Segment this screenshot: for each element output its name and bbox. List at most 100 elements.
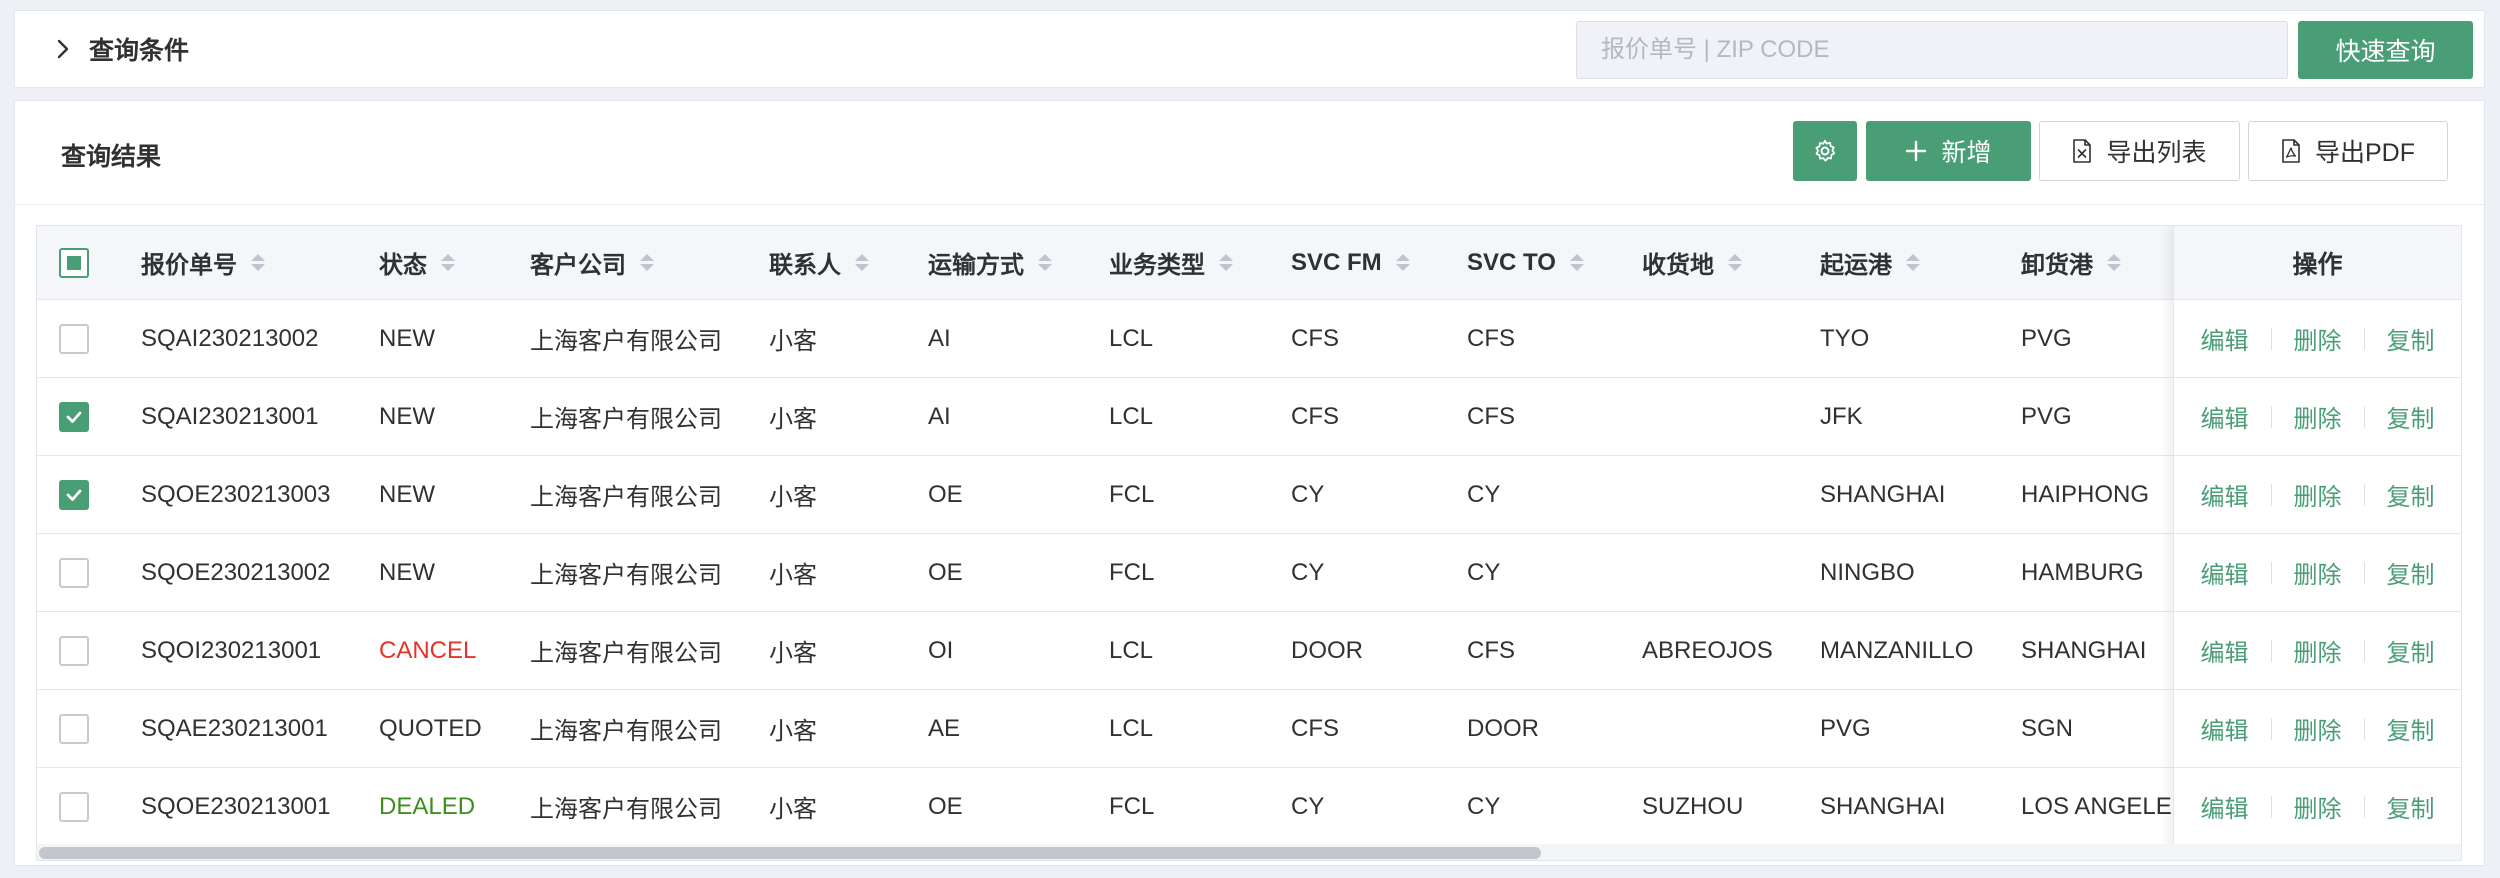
cell-contact: 小客 bbox=[769, 718, 817, 745]
col-transport[interactable]: 运输方式 bbox=[928, 226, 1052, 299]
row-select-cell bbox=[59, 456, 89, 533]
cell-biz-type: FCL bbox=[1109, 480, 1155, 508]
sort-icon[interactable] bbox=[1219, 254, 1233, 271]
col-svc-to[interactable]: SVC TO bbox=[1467, 226, 1584, 299]
cell-svc-to: CY bbox=[1467, 792, 1501, 820]
row-checkbox[interactable] bbox=[59, 323, 89, 354]
query-toggle[interactable]: 查询条件 bbox=[45, 27, 189, 71]
cell-pod: SGN bbox=[2021, 714, 2074, 742]
cell-contact: 小客 bbox=[769, 328, 817, 355]
search-input[interactable] bbox=[1576, 21, 2288, 79]
copy-link[interactable]: 复制 bbox=[2387, 399, 2435, 434]
table-row[interactable]: SQOE230213001 DEALED 上海客户有限公司 小客 OE FCL CY CY SU… bbox=[37, 768, 2461, 846]
sort-icon[interactable] bbox=[441, 254, 455, 271]
result-panel: 查询结果 新增 导出列表 导出PDF 报价单号 状态 客户公司 联系人 运输方式… bbox=[14, 100, 2485, 866]
delete-link[interactable]: 删除 bbox=[2294, 477, 2342, 512]
table-row[interactable]: SQOI230213001 CANCEL 上海客户有限公司 小客 OI LCL DOOR CF… bbox=[37, 612, 2461, 690]
cell-pol: TYO bbox=[1820, 324, 1870, 352]
sort-icon[interactable] bbox=[1728, 254, 1742, 271]
sort-icon[interactable] bbox=[2107, 254, 2121, 271]
divider bbox=[2270, 405, 2272, 428]
copy-link[interactable]: 复制 bbox=[2387, 711, 2435, 746]
divider bbox=[2270, 483, 2272, 506]
col-customer[interactable]: 客户公司 bbox=[530, 226, 654, 299]
copy-link[interactable]: 复制 bbox=[2387, 633, 2435, 668]
cell-customer: 上海客户有限公司 bbox=[530, 718, 722, 745]
col-quote-no[interactable]: 报价单号 bbox=[141, 226, 265, 299]
delete-link[interactable]: 删除 bbox=[2294, 399, 2342, 434]
table-row[interactable]: SQAI230213001 NEW 上海客户有限公司 小客 AI LCL CFS CFS JFK… bbox=[37, 378, 2461, 456]
col-biz-type[interactable]: 业务类型 bbox=[1109, 226, 1233, 299]
cell-customer: 上海客户有限公司 bbox=[530, 640, 722, 667]
row-checkbox[interactable] bbox=[59, 479, 89, 510]
select-all-checkbox[interactable] bbox=[59, 247, 89, 278]
delete-link[interactable]: 删除 bbox=[2294, 555, 2342, 590]
col-svc-fm[interactable]: SVC FM bbox=[1291, 226, 1410, 299]
divider bbox=[2270, 639, 2272, 662]
edit-link[interactable]: 编辑 bbox=[2201, 555, 2249, 590]
row-select-cell bbox=[59, 300, 89, 377]
cell-status: NEW bbox=[379, 402, 435, 430]
sort-icon[interactable] bbox=[1038, 254, 1052, 271]
col-status[interactable]: 状态 bbox=[379, 226, 455, 299]
cell-svc-fm: CFS bbox=[1291, 324, 1339, 352]
edit-link[interactable]: 编辑 bbox=[2201, 789, 2249, 824]
edit-link[interactable]: 编辑 bbox=[2201, 633, 2249, 668]
check-icon bbox=[66, 489, 82, 501]
ops-row: 编辑 删除 复制 bbox=[2174, 612, 2461, 690]
cell-pod: PVG bbox=[2021, 324, 2072, 352]
row-checkbox[interactable] bbox=[59, 791, 89, 822]
sort-icon[interactable] bbox=[1906, 254, 1920, 271]
cell-pol: MANZANILLO bbox=[1820, 636, 1974, 664]
row-checkbox[interactable] bbox=[59, 713, 89, 744]
row-checkbox[interactable] bbox=[59, 557, 89, 588]
add-button[interactable]: 新增 bbox=[1866, 121, 2031, 181]
sort-icon[interactable] bbox=[1569, 254, 1584, 271]
table-row[interactable]: SQAI230213002 NEW 上海客户有限公司 小客 AI LCL CFS CFS TYO… bbox=[37, 300, 2461, 378]
table-row[interactable]: SQAE230213001 QUOTED 上海客户有限公司 小客 AE LCL CFS DOO… bbox=[37, 690, 2461, 768]
row-select-cell bbox=[59, 612, 89, 689]
col-pol[interactable]: 起运港 bbox=[1820, 226, 1920, 299]
ops-column: 操作 编辑 删除 复制 编辑 删除 复制 编辑 删除 复制 编辑 删除 复制 编辑 删除 复制 编辑 删除 复制编… bbox=[2173, 226, 2461, 860]
edit-link[interactable]: 编辑 bbox=[2201, 477, 2249, 512]
cell-transport: OE bbox=[928, 480, 963, 508]
edit-link[interactable]: 编辑 bbox=[2201, 399, 2249, 434]
column-settings-button[interactable] bbox=[1793, 121, 1857, 181]
delete-link[interactable]: 删除 bbox=[2294, 789, 2342, 824]
sort-icon[interactable] bbox=[251, 254, 265, 271]
sort-icon[interactable] bbox=[855, 254, 869, 271]
col-receipt[interactable]: 收货地 bbox=[1642, 226, 1742, 299]
cell-status: CANCEL bbox=[379, 636, 477, 664]
edit-link[interactable]: 编辑 bbox=[2201, 321, 2249, 356]
cell-pol: SHANGHAI bbox=[1820, 480, 1946, 508]
cell-pol: JFK bbox=[1820, 402, 1863, 430]
edit-link[interactable]: 编辑 bbox=[2201, 711, 2249, 746]
export-pdf-button[interactable]: 导出PDF bbox=[2248, 121, 2448, 181]
divider bbox=[2270, 795, 2272, 818]
cell-transport: AI bbox=[928, 324, 951, 352]
export-list-label: 导出列表 bbox=[2106, 139, 2207, 167]
copy-link[interactable]: 复制 bbox=[2387, 321, 2435, 356]
table-row[interactable]: SQOE230213002 NEW 上海客户有限公司 小客 OE FCL CY CY NINGB… bbox=[37, 534, 2461, 612]
quick-search-button[interactable]: 快速查询 bbox=[2298, 21, 2473, 79]
delete-link[interactable]: 删除 bbox=[2294, 321, 2342, 356]
horizontal-scrollbar[interactable] bbox=[37, 844, 2461, 860]
copy-link[interactable]: 复制 bbox=[2387, 789, 2435, 824]
row-checkbox[interactable] bbox=[59, 635, 89, 666]
delete-link[interactable]: 删除 bbox=[2294, 633, 2342, 668]
table-row[interactable]: SQOE230213003 NEW 上海客户有限公司 小客 OE FCL CY CY SHANG… bbox=[37, 456, 2461, 534]
cell-receipt bbox=[1642, 300, 1814, 377]
cell-transport: OE bbox=[928, 558, 963, 586]
cell-biz-type: FCL bbox=[1109, 558, 1155, 586]
cell-pol: PVG bbox=[1820, 714, 1871, 742]
copy-link[interactable]: 复制 bbox=[2387, 555, 2435, 590]
sort-icon[interactable] bbox=[640, 254, 654, 271]
export-list-button[interactable]: 导出列表 bbox=[2039, 121, 2240, 181]
row-checkbox[interactable] bbox=[59, 401, 89, 432]
delete-link[interactable]: 删除 bbox=[2294, 711, 2342, 746]
copy-link[interactable]: 复制 bbox=[2387, 477, 2435, 512]
col-pod[interactable]: 卸货港 bbox=[2021, 226, 2121, 299]
sort-icon[interactable] bbox=[1395, 254, 1410, 271]
col-contact[interactable]: 联系人 bbox=[769, 226, 869, 299]
scrollbar-thumb[interactable] bbox=[39, 847, 1541, 859]
